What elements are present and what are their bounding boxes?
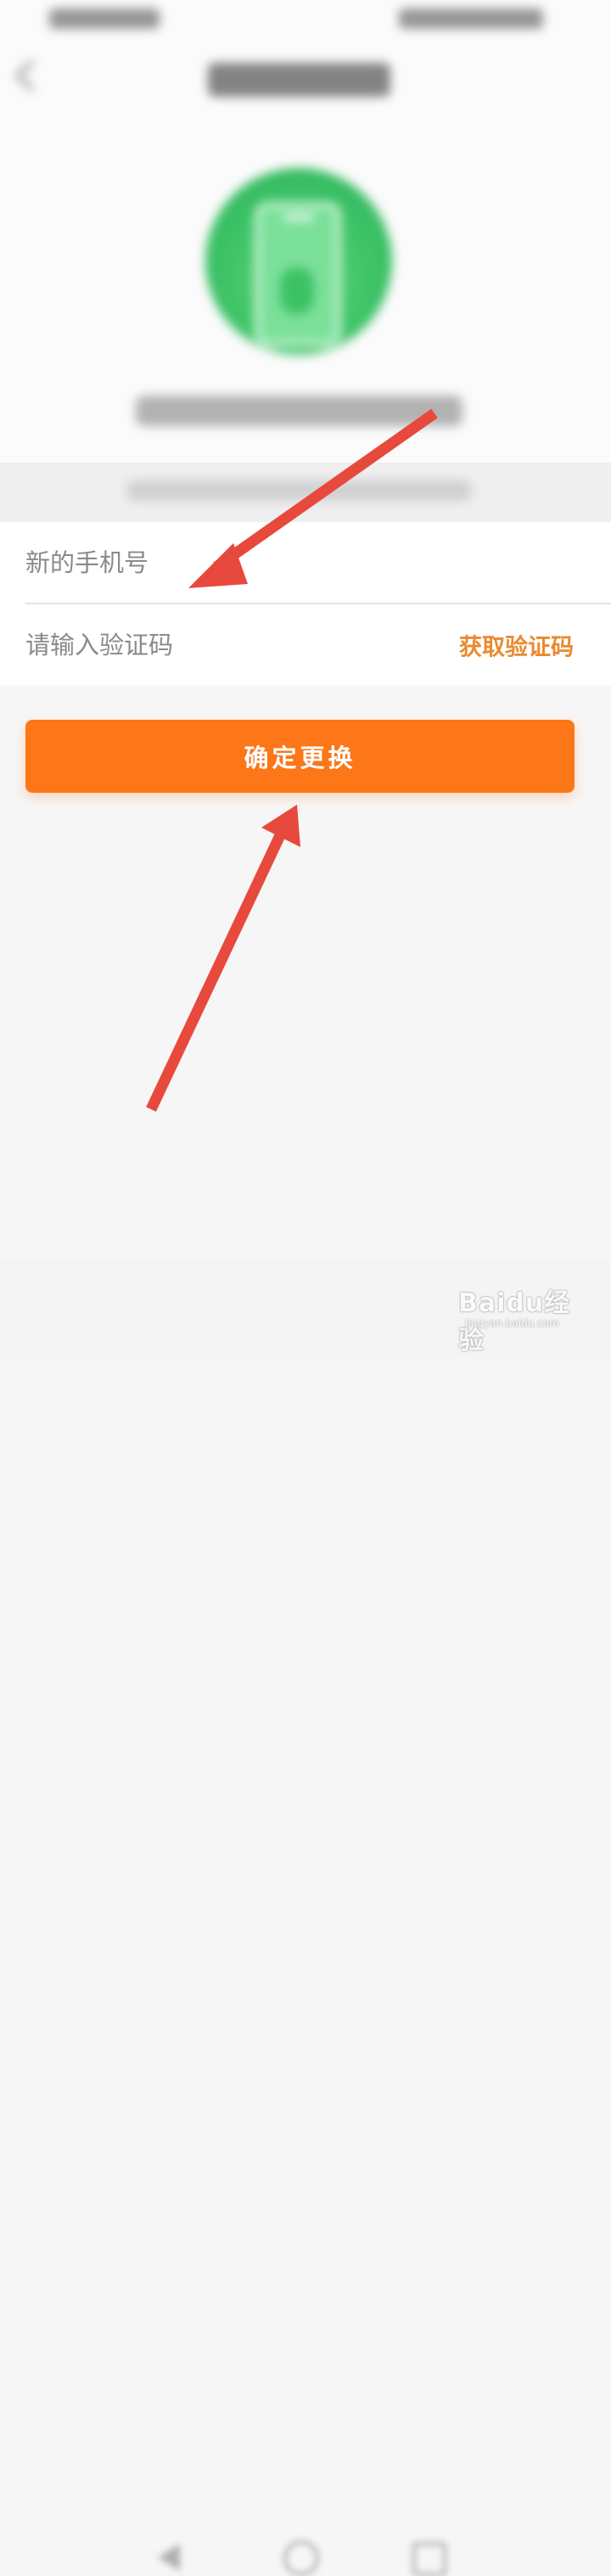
new-phone-input[interactable] xyxy=(25,537,535,588)
current-phone-text-blurred xyxy=(136,396,462,426)
phone-illustration-notch xyxy=(283,214,314,221)
phone-illustration-person xyxy=(280,267,314,314)
verification-code-input[interactable] xyxy=(25,620,433,671)
verification-code-row: 获取验证码 xyxy=(25,604,611,686)
arrow-to-confirm-shaft xyxy=(146,829,287,1112)
watermark-site: jingyan.baidu.com xyxy=(465,1317,559,1329)
baidu-watermark: Baidu经验 jingyan.baidu.com xyxy=(458,1268,586,1355)
page-title-blurred xyxy=(208,63,390,97)
confirm-change-button[interactable]: 确定更换 xyxy=(25,720,575,793)
nav-home-icon[interactable] xyxy=(283,2540,319,2576)
get-code-button[interactable]: 获取验证码 xyxy=(459,629,574,662)
back-chevron-icon[interactable] xyxy=(15,59,48,92)
new-phone-row xyxy=(25,522,611,603)
nav-back-icon[interactable] xyxy=(158,2544,180,2571)
arrow-to-confirm-head xyxy=(261,805,300,847)
status-bar-left-icons xyxy=(49,8,160,29)
status-bar-right-icons xyxy=(399,8,543,29)
nav-recent-icon[interactable] xyxy=(412,2542,446,2576)
hint-text-blurred xyxy=(127,480,471,501)
blurred-header xyxy=(0,0,611,526)
